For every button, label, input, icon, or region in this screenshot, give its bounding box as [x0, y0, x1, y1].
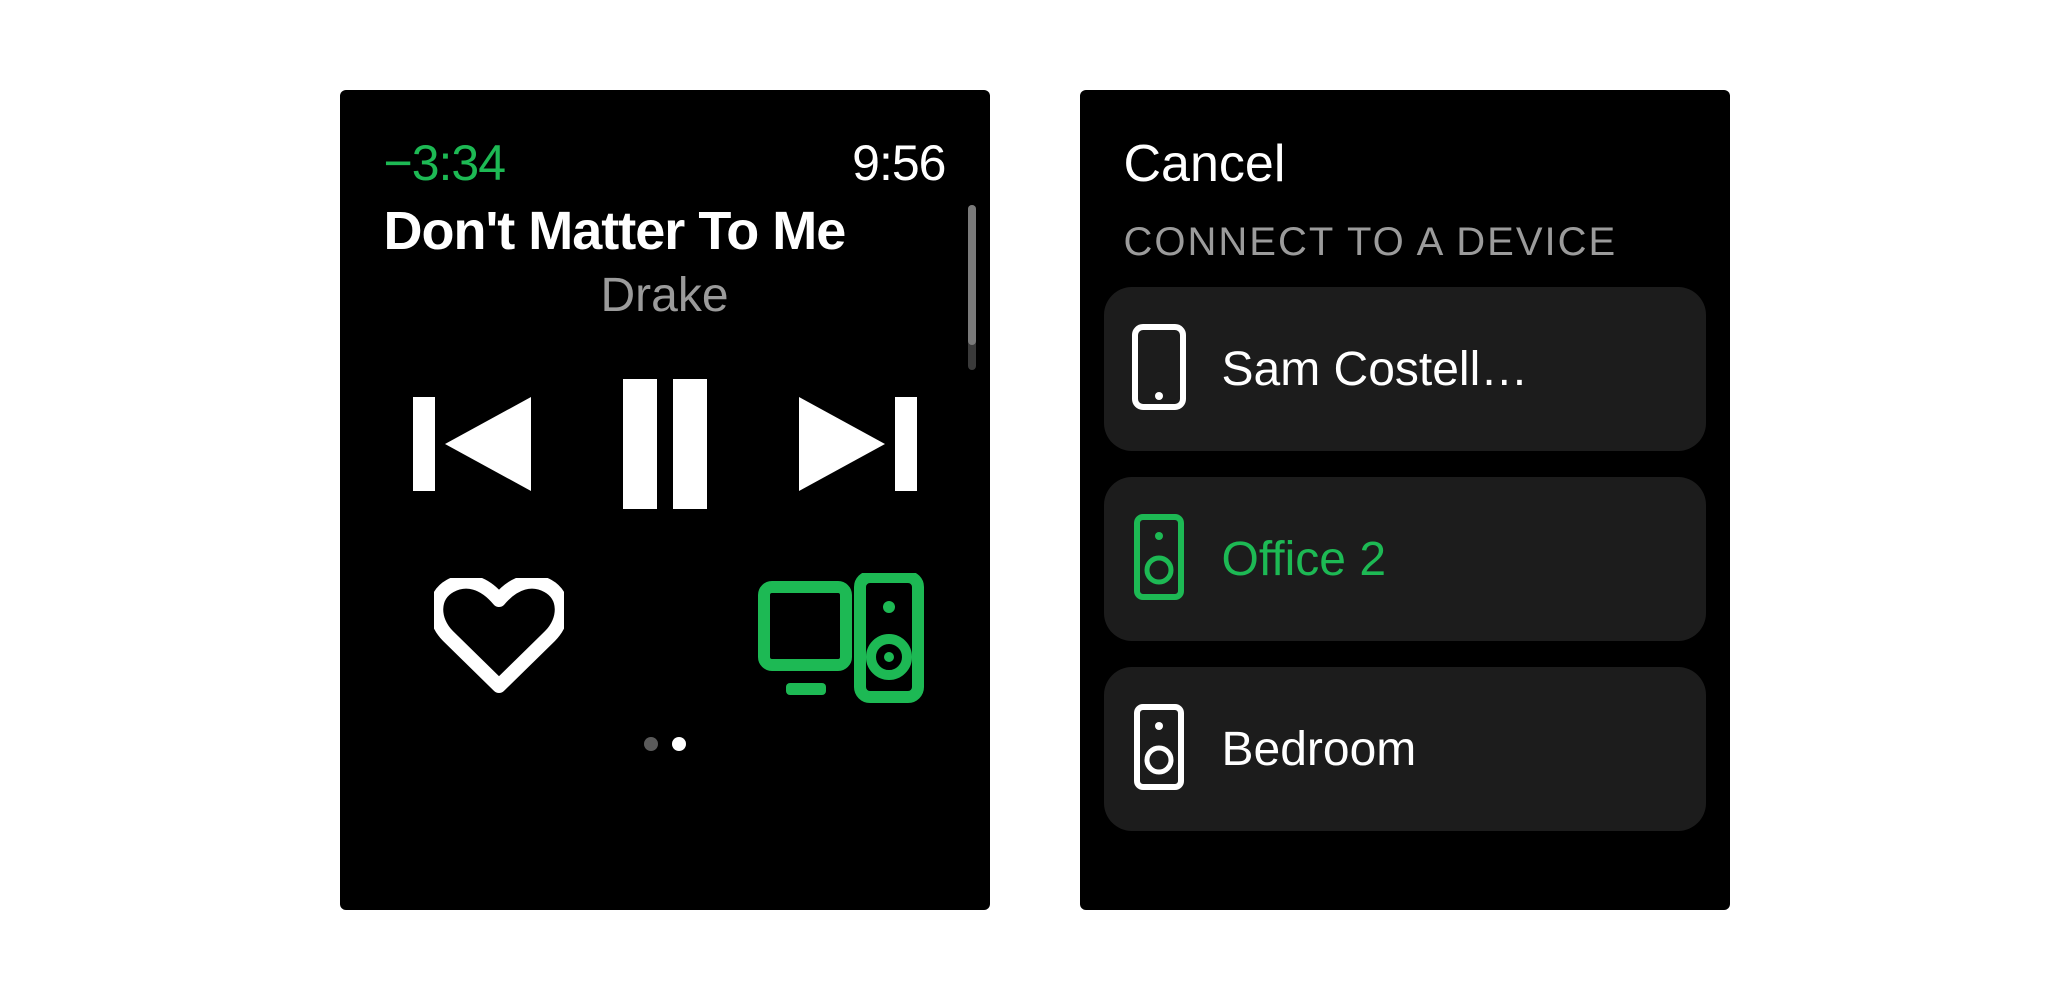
- artist-name: Drake: [340, 268, 990, 323]
- page-dot: [672, 737, 686, 751]
- device-label: Sam Costell…: [1222, 342, 1682, 397]
- page-dot: [644, 737, 658, 751]
- speaker-icon: [1130, 512, 1188, 607]
- time-remaining: −3:34: [384, 134, 506, 192]
- now-playing-screen: −3:34 9:56 Don't Matter To Me Drake: [340, 90, 990, 910]
- devices-icon[interactable]: [756, 573, 926, 703]
- device-item-speaker[interactable]: Bedroom: [1104, 667, 1706, 831]
- page-indicator: [340, 737, 990, 751]
- playback-controls: [340, 379, 990, 509]
- device-picker-screen: Cancel CONNECT TO A DEVICE Sam Costell…: [1080, 90, 1730, 910]
- device-label: Office 2: [1222, 532, 1682, 587]
- device-label: Bedroom: [1222, 722, 1682, 777]
- speaker-icon: [1130, 702, 1188, 797]
- scroll-indicator[interactable]: [968, 205, 976, 370]
- previous-track-icon[interactable]: [413, 389, 533, 499]
- device-item-phone[interactable]: Sam Costell…: [1104, 287, 1706, 451]
- section-header: CONNECT TO A DEVICE: [1080, 194, 1730, 287]
- secondary-controls: [340, 573, 990, 703]
- device-list: Sam Costell… Office 2: [1080, 287, 1730, 831]
- status-bar: −3:34 9:56: [340, 90, 990, 192]
- clock: 9:56: [852, 134, 945, 192]
- cancel-button[interactable]: Cancel: [1080, 90, 1730, 194]
- track-title: Don't Matter To Me: [340, 192, 990, 262]
- next-track-icon[interactable]: [797, 389, 917, 499]
- pause-icon[interactable]: [605, 379, 725, 509]
- heart-icon[interactable]: [434, 578, 564, 698]
- device-item-speaker-active[interactable]: Office 2: [1104, 477, 1706, 641]
- phone-icon: [1130, 322, 1188, 417]
